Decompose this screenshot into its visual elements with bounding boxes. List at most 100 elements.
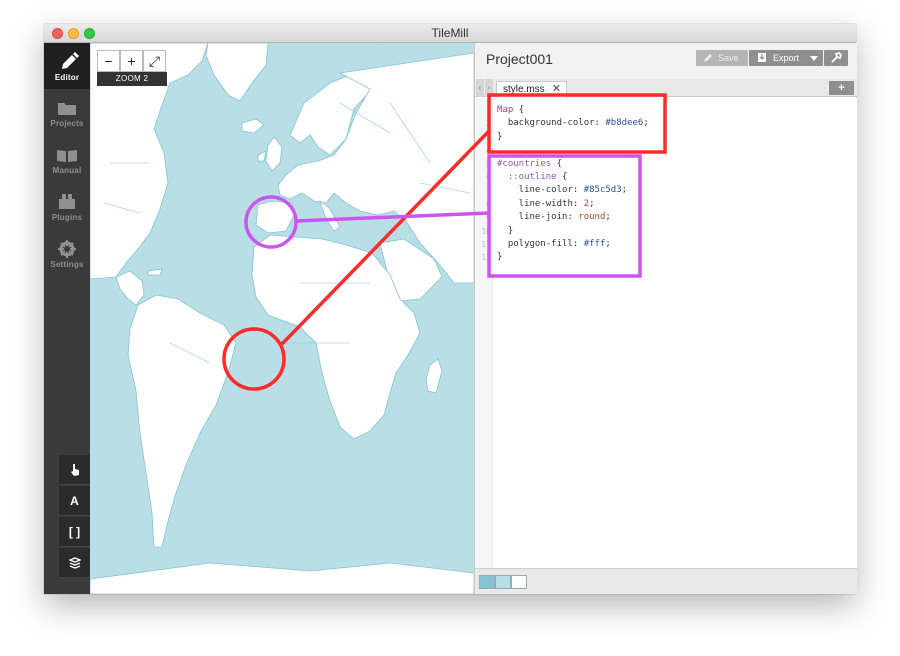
title-bar: TileMill [44,24,856,43]
sidebar-item-editor[interactable]: Editor [44,43,90,89]
code-token: ; [643,118,649,129]
line-number: 1 [486,106,491,115]
sidebar-item-label: Manual [52,166,82,175]
code-line: Map { [497,105,524,115]
code-line: ::outline { [497,172,568,182]
sidebar-item-label: Projects [50,119,84,128]
sidebar-item-label: Editor [54,73,80,82]
line-number: 5 [486,159,491,169]
tab-scroll-right-icon[interactable]: › [485,79,493,97]
code-token: ; [589,198,595,209]
line-number: 4 [486,146,491,156]
save-button[interactable]: Save [696,50,748,66]
line-number: 12 [481,253,491,263]
sidebar-item-settings[interactable]: Settings [44,230,90,276]
line-number: 2 [486,119,491,129]
brackets-tool-button[interactable]: [ ] [59,517,90,547]
code-line: polygon-fill: #fff; [497,239,611,249]
code-line: line-color: #85c5d3; [497,185,627,195]
code-line: } [497,252,502,262]
settings-wrench-button[interactable] [824,50,848,66]
code-token: ; [621,185,628,196]
line-number: 6 [486,173,491,182]
line-number: 7 [486,186,491,196]
brackets-icon: [ ] [68,525,81,539]
code-token: background-color: [497,118,606,129]
line-number-gutter: 1 2 3 4 5 6 7 8 9 10 11 12 [475,98,493,568]
code-token: #countries [497,158,552,169]
folder-icon [58,103,76,115]
code-token: ::outline [497,172,557,182]
code-token: #85c5d3 [583,185,622,196]
code-line: line-width: 2; [497,199,595,209]
layers-tool-button[interactable] [59,548,90,578]
window-title: TileMill [431,26,469,40]
zoom-level-label: ZOOM 2 [97,72,167,86]
tab-bar: ‹ › style.mss ✕ + [475,79,857,98]
chevron-down-icon [810,56,818,61]
project-header: Project001 Save Export [475,43,857,79]
pointer-hand-icon [70,464,79,476]
pencil-icon [704,54,712,62]
zoom-in-button[interactable]: + [120,50,143,72]
line-number: 3 [486,132,491,142]
color-swatch[interactable] [511,575,527,589]
world-map [90,43,474,594]
zoom-control: − + ⤢ ZOOM 2 [97,50,167,86]
code-token: } [497,252,503,263]
line-number: 9 [486,213,491,223]
export-button[interactable]: Export [749,50,823,66]
sidebar-item-label: Settings [50,260,84,269]
font-icon: A [70,494,79,508]
code-token: line-join: [497,212,579,223]
tab-scroll-left-icon[interactable]: ‹ [476,79,484,97]
plugin-icon [59,194,75,209]
tilemill-window: TileMill Editor Projects Manual Plugins … [44,24,857,594]
pointer-tool-button[interactable] [59,455,90,485]
sidebar-item-projects[interactable]: Projects [44,89,90,135]
pencil-icon [62,52,79,69]
add-tab-button[interactable]: + [829,81,854,95]
code-token: { [551,158,563,169]
code-token: { [513,105,525,115]
project-panel: Project001 Save Export ‹ › style.mss ✕ +… [474,43,857,594]
code-token: ; [605,239,611,249]
code-token: polygon-fill: [497,239,584,249]
code-token: #fff [583,239,606,249]
sidebar-item-manual[interactable]: Manual [44,136,90,182]
wrench-icon [831,52,842,63]
code-token: line-width: [497,198,584,209]
font-tool-button[interactable]: A [59,486,90,516]
code-token: } [497,131,503,142]
sidebar-item-label: Plugins [51,213,83,222]
tab-label: style.mss [503,84,545,95]
color-swatch[interactable] [495,575,511,589]
line-number: 10 [481,226,491,236]
code-line: background-color: #b8dee6; [497,118,649,128]
code-editor[interactable]: 1 2 3 4 5 6 7 8 9 10 11 12 Map { background-color: … [475,98,857,568]
download-icon [758,53,766,62]
code-token: } [497,225,514,236]
sidebar-item-plugins[interactable]: Plugins [44,183,90,229]
code-token: line-color: [497,185,584,196]
tab-style-mss[interactable]: style.mss ✕ [496,81,567,98]
code-line: #countries { [497,159,562,169]
close-icon[interactable]: ✕ [552,82,561,97]
save-label: Save [718,53,739,63]
layers-icon [67,557,82,569]
zoom-out-button[interactable]: − [97,50,120,72]
code-token: #b8dee6 [605,118,644,129]
code-line: } [497,132,502,142]
export-label: Export [773,53,800,63]
gear-icon [58,240,76,258]
line-number: 11 [481,240,491,249]
map-view[interactable]: − + ⤢ ZOOM 2 [90,43,474,594]
fullscreen-button[interactable]: ⤢ [143,50,166,72]
code-line: } [497,226,513,236]
sidebar: Editor Projects Manual Plugins Settings … [44,43,90,594]
book-icon [57,150,77,162]
code-token: round [578,212,606,223]
color-swatch[interactable] [479,575,495,589]
color-palette-bar [475,568,857,594]
code-token: Map [497,105,514,115]
